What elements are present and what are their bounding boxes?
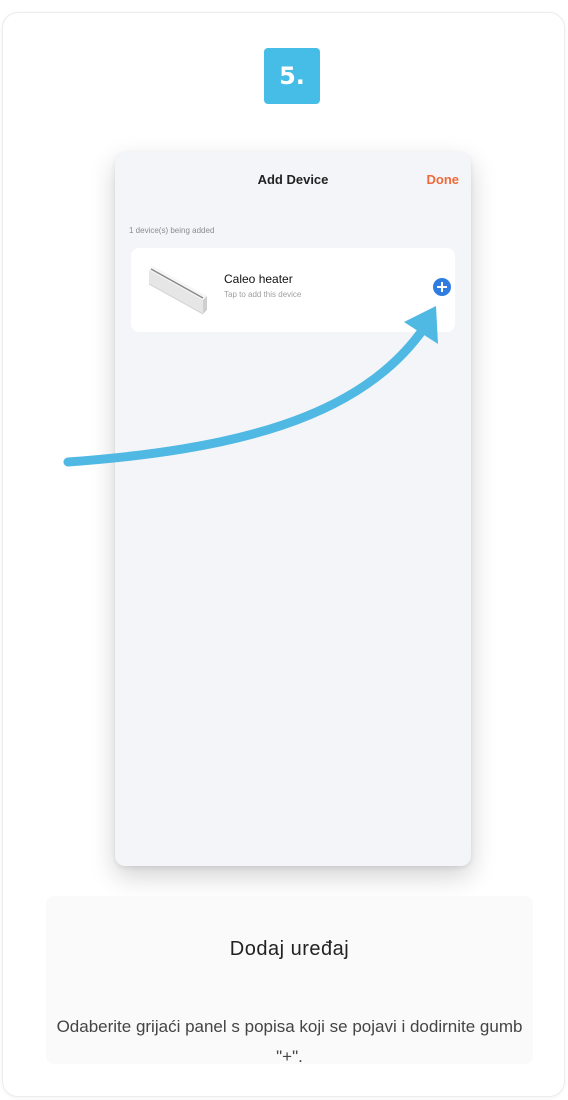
- screen-title: Add Device: [257, 172, 329, 187]
- caption-title: Dodaj uređaj: [229, 938, 350, 960]
- devices-count-label: 1 device(s) being added: [129, 226, 215, 235]
- done-button[interactable]: Done: [427, 172, 460, 187]
- phone-screenshot: Add Device Done 1 device(s) being added …: [115, 152, 471, 866]
- caption-description: Odaberite grijaći panel s popisa koji se…: [56, 1017, 523, 1066]
- add-device-button[interactable]: [433, 278, 451, 296]
- device-name: Caleo heater: [224, 272, 293, 286]
- step-number-badge: 5.: [264, 48, 320, 104]
- device-list-item[interactable]: Caleo heater Tap to add this device: [131, 248, 455, 332]
- heater-icon: [148, 266, 207, 315]
- device-hint: Tap to add this device: [224, 290, 302, 299]
- caption-panel: Dodaj uređaj Odaberite grijaći panel s p…: [46, 896, 533, 1066]
